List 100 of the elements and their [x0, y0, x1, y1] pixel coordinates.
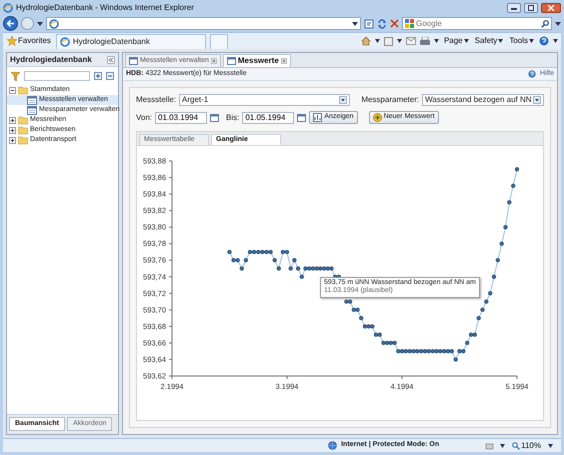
data-point[interactable]: [480, 308, 485, 312]
dropdown[interactable]: Wasserstand bezogen auf NN: [422, 94, 544, 106]
dropdown-icon[interactable]: [374, 39, 380, 43]
data-point[interactable]: [422, 349, 428, 354]
data-point[interactable]: [426, 349, 431, 354]
collapse-icon[interactable]: [107, 56, 115, 64]
data-point[interactable]: [248, 250, 252, 254]
refresh-icon[interactable]: [377, 18, 387, 28]
dropdown-icon[interactable]: [548, 444, 553, 448]
data-point[interactable]: [231, 258, 236, 262]
calendar-icon[interactable]: [297, 113, 306, 122]
data-point[interactable]: [378, 332, 382, 337]
data-point[interactable]: [457, 349, 462, 354]
search-field[interactable]: Google: [402, 17, 552, 30]
data-point[interactable]: [484, 299, 488, 304]
data-point[interactable]: [438, 349, 442, 354]
data-point[interactable]: [288, 266, 293, 271]
data-point[interactable]: [511, 184, 516, 188]
data-point[interactable]: [446, 349, 450, 354]
data-point[interactable]: [488, 291, 492, 296]
tab[interactable]: Messwerte: [222, 54, 291, 67]
data-point[interactable]: [385, 340, 390, 346]
data-point[interactable]: [322, 266, 326, 271]
menu-button[interactable]: Safety: [474, 36, 504, 46]
data-point[interactable]: [276, 266, 281, 271]
data-point[interactable]: [392, 340, 397, 346]
expand-all-icon[interactable]: [94, 72, 102, 80]
data-point[interactable]: [268, 250, 273, 254]
data-point[interactable]: [461, 349, 466, 354]
data-point[interactable]: [492, 274, 496, 279]
data-point[interactable]: [260, 250, 265, 254]
data-point[interactable]: [272, 258, 277, 262]
data-point[interactable]: [329, 266, 334, 271]
data-point[interactable]: [408, 349, 412, 354]
zoom-button[interactable]: 110%: [511, 440, 542, 450]
data-point[interactable]: [503, 225, 508, 230]
dropdown-icon[interactable]: [555, 22, 561, 26]
expand-icon[interactable]: [9, 126, 16, 134]
data-point[interactable]: [280, 250, 286, 254]
data-point[interactable]: [264, 250, 269, 254]
calendar-icon[interactable]: [210, 113, 220, 122]
menu-button[interactable]: Tools: [508, 36, 535, 46]
dropdown-icon[interactable]: [500, 444, 506, 448]
data-point[interactable]: [348, 299, 352, 304]
expand-icon[interactable]: [9, 116, 16, 124]
data-point[interactable]: [366, 324, 371, 329]
data-point[interactable]: [352, 308, 356, 312]
collapse-all-icon[interactable]: [106, 72, 114, 80]
data-point[interactable]: [240, 266, 244, 271]
close-icon[interactable]: [210, 58, 217, 64]
data-point[interactable]: [370, 324, 374, 329]
data-point[interactable]: [303, 266, 308, 271]
mail-icon[interactable]: [406, 37, 416, 45]
data-point[interactable]: [355, 308, 360, 312]
data-point[interactable]: [465, 340, 470, 346]
dropdown-icon[interactable]: [434, 39, 439, 43]
data-point[interactable]: [256, 250, 260, 254]
data-point[interactable]: [318, 266, 323, 271]
data-point[interactable]: [442, 349, 446, 354]
data-point[interactable]: [500, 242, 504, 246]
data-point[interactable]: [507, 200, 512, 204]
data-point[interactable]: [415, 349, 420, 354]
menu-button[interactable]: Page: [442, 36, 470, 46]
data-point[interactable]: [434, 349, 439, 354]
data-point[interactable]: [476, 316, 481, 320]
data-point[interactable]: [244, 258, 248, 262]
browser-tab[interactable]: HydrologieDatenbank: [56, 34, 206, 49]
close-icon[interactable]: [280, 58, 287, 64]
dropdown-icon[interactable]: [352, 22, 358, 26]
data-point[interactable]: [514, 167, 520, 172]
dropdown-icon[interactable]: [553, 39, 558, 43]
filter-field[interactable]: [24, 71, 90, 81]
back-button[interactable]: [3, 16, 18, 31]
data-point[interactable]: [344, 299, 349, 304]
collapse-icon[interactable]: [9, 86, 16, 94]
data-point[interactable]: [396, 349, 400, 354]
data-point[interactable]: [450, 349, 454, 354]
data-point[interactable]: [468, 332, 474, 337]
data-point[interactable]: [400, 349, 404, 354]
data-point[interactable]: [381, 340, 386, 346]
home-icon[interactable]: [360, 36, 371, 46]
print-icon[interactable]: [420, 36, 430, 46]
data-point[interactable]: [472, 332, 477, 337]
stop-icon[interactable]: [390, 19, 399, 28]
data-point[interactable]: [359, 316, 364, 320]
data-point[interactable]: [454, 357, 458, 362]
data-point[interactable]: [419, 349, 424, 354]
data-point[interactable]: [292, 258, 297, 262]
filter-icon[interactable]: [11, 72, 20, 80]
data-point[interactable]: [227, 250, 232, 254]
favorites-button[interactable]: Favorites: [6, 36, 52, 46]
data-point[interactable]: [300, 274, 304, 279]
data-point[interactable]: [284, 250, 290, 254]
dropdown-icon[interactable]: [37, 22, 43, 26]
data-point[interactable]: [310, 266, 316, 271]
data-point[interactable]: [314, 266, 319, 271]
data-point[interactable]: [374, 332, 378, 337]
data-point[interactable]: [252, 250, 256, 254]
dropdown[interactable]: Arget-1: [179, 94, 350, 106]
data-point[interactable]: [307, 266, 312, 271]
